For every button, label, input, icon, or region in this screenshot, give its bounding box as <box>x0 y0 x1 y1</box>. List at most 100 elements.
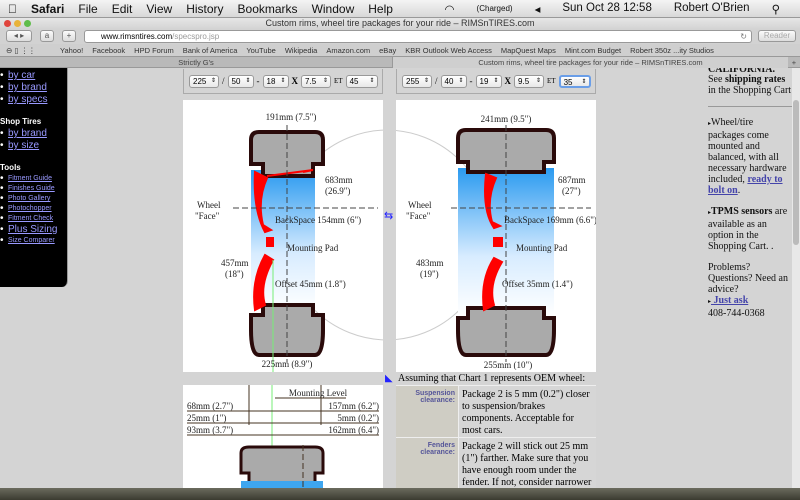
swap-icon[interactable]: ⇆ <box>384 209 393 222</box>
minimize-button[interactable] <box>14 20 21 27</box>
user-name[interactable]: Robert O'Brien <box>674 2 750 16</box>
tool-fitment-check[interactable]: Fitment Check <box>8 214 67 224</box>
pkg2-width-select[interactable]: 255 <box>402 74 432 88</box>
tires-by-size[interactable]: by size <box>8 140 67 152</box>
bookmark[interactable]: HPD Forum <box>134 46 174 55</box>
menu-file[interactable]: File <box>78 2 97 16</box>
tool-finishes-guide[interactable]: Finishes Guide <box>8 184 67 194</box>
dimension-label: 68mm (2.7") <box>187 401 233 411</box>
menu-view[interactable]: View <box>146 2 172 16</box>
dimension-label: 157mm (6.2") <box>328 401 379 411</box>
et-label: ET <box>547 77 556 85</box>
pkg1-rim-width-select[interactable]: 7.5 <box>301 74 332 88</box>
pkg2-offset-select[interactable]: 35 <box>558 74 591 88</box>
rim-barrel <box>241 481 323 488</box>
bookmark[interactable]: MapQuest Maps <box>501 46 556 55</box>
reading-list-icon[interactable]: ⊖ ▯ ⋮⋮ <box>6 46 36 55</box>
clock[interactable]: Sun Oct 28 12:58 <box>562 2 652 16</box>
close-button[interactable] <box>4 20 11 27</box>
tool-plus-sizing[interactable]: Plus Sizing <box>8 224 67 236</box>
menu-history[interactable]: History <box>186 2 223 16</box>
battery-status[interactable]: (Charged) <box>477 2 513 16</box>
tool-fitment-guide[interactable]: Fitment Guide <box>8 174 67 184</box>
tool-photochopper[interactable]: Photochopper <box>8 204 67 214</box>
bookmark[interactable]: Robert 350z ...ity Studios <box>630 46 714 55</box>
back-forward-button[interactable]: ◂ ▸ <box>6 30 32 42</box>
bookmark[interactable]: YouTube <box>246 46 275 55</box>
pkg2-rim-width-select[interactable]: 9.5 <box>514 74 545 88</box>
tires-by-brand[interactable]: by brand <box>8 128 67 140</box>
menu-app[interactable]: Safari <box>31 2 64 16</box>
wheel-diagram-2: 241mm (9.5") 687mm (27") Wheel "Face" Ba… <box>280 114 597 370</box>
desktop-strip <box>0 488 800 500</box>
text: See <box>708 74 725 85</box>
tool-photo-gallery[interactable]: Photo Gallery <box>8 194 67 204</box>
amazon-icon[interactable]: a <box>40 30 54 42</box>
rim-diameter-label: (19") <box>420 269 439 279</box>
address-bar[interactable]: www.rimsntires.com/specspro.jsp ↻ <box>84 30 752 43</box>
menu-edit[interactable]: Edit <box>112 2 133 16</box>
pkg1-rim-select[interactable]: 18 <box>262 74 289 88</box>
diameter-label: (26.9") <box>325 186 350 196</box>
wheels-by-car[interactable]: by car <box>8 70 67 82</box>
pkg1-width-select[interactable]: 225 <box>189 74 219 88</box>
wifi-icon[interactable]: ◠ <box>445 2 455 16</box>
bookmark[interactable]: eBay <box>379 46 396 55</box>
sep: X <box>291 76 299 86</box>
menu-window[interactable]: Window <box>312 2 355 16</box>
zoom-button[interactable] <box>24 20 31 27</box>
tab-strictly-gs[interactable]: Strictly G's <box>0 57 393 68</box>
shipping-rates-link[interactable]: shipping rates <box>725 74 785 85</box>
scrollbar-thumb[interactable] <box>793 100 799 245</box>
bookmark[interactable]: Wikipedia <box>285 46 318 55</box>
bookmark[interactable]: Amazon.com <box>326 46 370 55</box>
et-label: ET <box>334 77 343 85</box>
table-row: Fenders clearance: Package 2 will stick … <box>396 437 596 488</box>
sep: / <box>435 76 438 86</box>
tool-size-comparer[interactable]: Size Comparer <box>8 236 67 246</box>
rim-diameter-label: (18") <box>225 269 244 279</box>
menu-help[interactable]: Help <box>368 2 393 16</box>
bookmark[interactable]: KBR Outlook Web Access <box>405 46 492 55</box>
wheel-face-label: "Face" <box>406 211 431 221</box>
wheels-by-specs[interactable]: by specs <box>8 94 67 106</box>
just-ask-link[interactable]: Just ask <box>711 295 749 306</box>
dimension-label: 5mm (0.2") <box>337 413 379 423</box>
bookmarks-bar: ⊖ ▯ ⋮⋮ Yahoo! Facebook HPD Forum Bank of… <box>0 44 800 56</box>
wheels-by-brand[interactable]: by brand <box>8 82 67 94</box>
diameter-label: 687mm <box>558 175 586 185</box>
reader-button[interactable]: Reader <box>758 30 796 42</box>
pkg2-aspect-select[interactable]: 40 <box>440 74 467 88</box>
bookmark[interactable]: Yahoo! <box>60 46 83 55</box>
toolbar: ◂ ▸ a + www.rimsntires.com/specspro.jsp … <box>0 30 800 44</box>
add-bookmark-button[interactable]: + <box>62 30 76 42</box>
new-tab-button[interactable]: + <box>788 57 800 68</box>
tire-width-label: 225mm (8.9") <box>262 359 313 369</box>
text: . <box>737 185 741 196</box>
package1-specs: 225/ 50- 18X 7.5ET 45 <box>183 69 383 94</box>
scrollbar[interactable] <box>792 68 800 488</box>
url-host: www.rimsntires.com <box>101 32 173 41</box>
pkg1-aspect-select[interactable]: 50 <box>227 74 254 88</box>
assumption-note: ◣ Assuming that Chart 1 represents OEM wh… <box>385 373 586 384</box>
pkg1-offset-select[interactable]: 45 <box>345 74 378 88</box>
tab-rimsntires[interactable]: Custom rims, wheel tire packages for you… <box>393 57 788 68</box>
menu-bookmarks[interactable]: Bookmarks <box>238 2 298 16</box>
assumption-text: Assuming that Chart 1 represents OEM whe… <box>398 373 586 384</box>
bookmark[interactable]: Bank of America <box>183 46 238 55</box>
sep: X <box>504 76 512 86</box>
dimension-label: 162mm (6.4") <box>328 425 379 435</box>
tpms-heading: TPMS sensors <box>711 206 773 217</box>
bookmark[interactable]: Mint.com Budget <box>565 46 621 55</box>
pkg2-rim-select[interactable]: 19 <box>475 74 502 88</box>
bookmark[interactable]: Facebook <box>92 46 125 55</box>
backspace-label: BackSpace 154mm (6") <box>275 215 361 225</box>
table-row: Suspension clearance: Package 2 is 5 mm … <box>396 385 596 437</box>
right-info-column: CALIFORNIA. See shipping rates in the Sh… <box>708 68 792 329</box>
phone-number: 408-744-0368 <box>708 308 765 319</box>
reload-icon[interactable]: ↻ <box>740 31 747 42</box>
volume-icon[interactable]: ◂ <box>535 2 541 16</box>
spotlight-icon[interactable]: ⚲ <box>772 2 780 16</box>
sep: - <box>256 76 260 86</box>
apple-icon[interactable]:  <box>8 2 17 16</box>
